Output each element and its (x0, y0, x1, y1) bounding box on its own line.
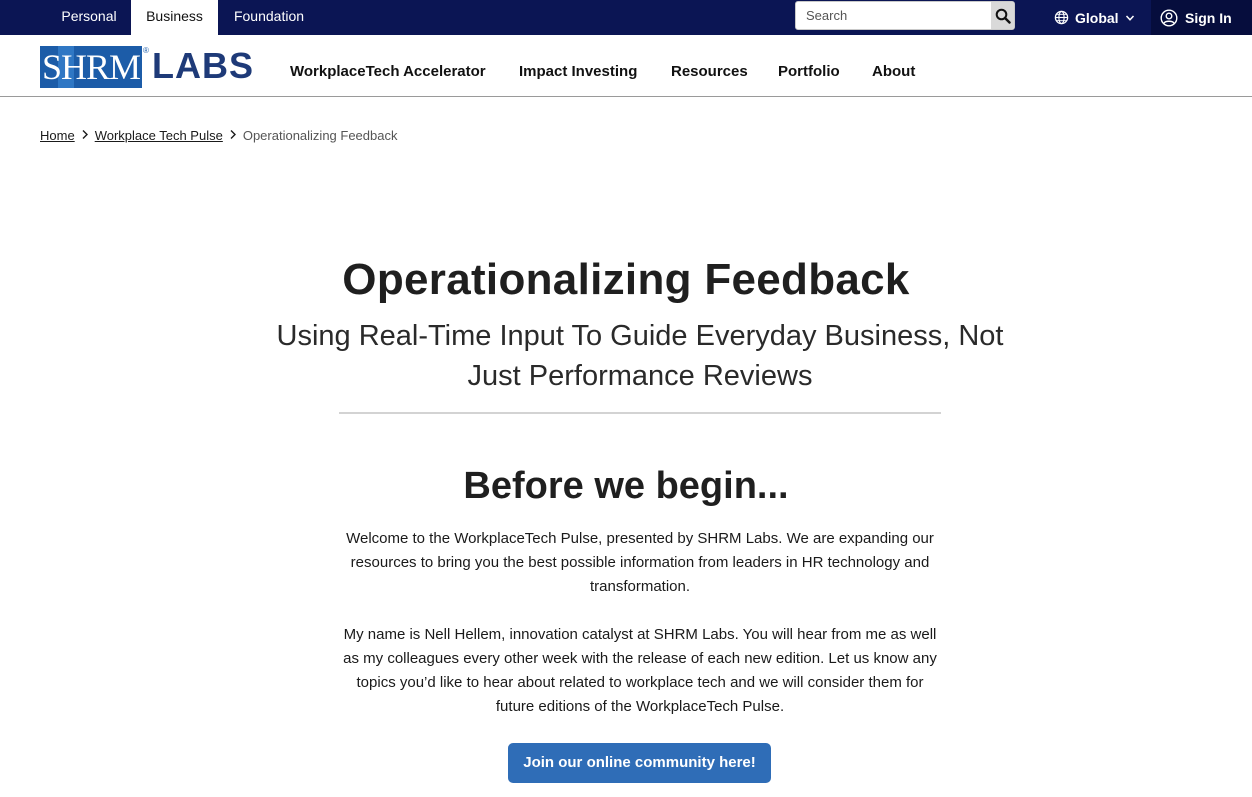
nav-about[interactable]: About (872, 35, 915, 97)
main-header: SHRM ® LABS WorkplaceTech Accelerator Im… (0, 35, 1252, 97)
region-selector[interactable]: Global (1054, 0, 1135, 35)
author-paragraph: My name is Nell Hellem, innovation catal… (343, 626, 937, 715)
section-title: Before we begin... (463, 465, 789, 507)
tab-business[interactable]: Business (131, 0, 218, 35)
search-input[interactable] (796, 2, 992, 29)
user-circle-icon (1160, 8, 1178, 27)
breadcrumb-current: Operationalizing Feedback (242, 127, 398, 143)
sign-in-button[interactable]: Sign In (1151, 0, 1252, 35)
chevron-right-icon (75, 128, 95, 143)
chevron-down-icon (1125, 14, 1134, 21)
globe-icon (1054, 10, 1069, 25)
logo-registered-mark: ® (143, 46, 149, 55)
tab-foundation[interactable]: Foundation (222, 0, 316, 35)
breadcrumb-workplace-tech-pulse[interactable]: Workplace Tech Pulse (95, 128, 223, 143)
nav-workplacetech-accelerator[interactable]: WorkplaceTech Accelerator (290, 35, 486, 97)
search-button[interactable] (991, 2, 1014, 29)
nav-portfolio[interactable]: Portfolio (778, 35, 840, 97)
breadcrumb-home[interactable]: Home (40, 128, 75, 143)
magnifier-icon (995, 8, 1011, 24)
join-community-button[interactable]: Join our online community here! (508, 743, 771, 783)
search-box (795, 1, 1015, 30)
logo-labs-text: LABS (152, 45, 254, 86)
sign-in-label: Sign In (1185, 9, 1232, 26)
shrm-labs-logo[interactable]: SHRM ® LABS (40, 45, 254, 88)
nav-resources[interactable]: Resources (671, 35, 748, 97)
chevron-right-icon (223, 128, 243, 143)
logo-shrm-block: SHRM (40, 46, 142, 88)
divider (339, 412, 941, 414)
page-title: Operationalizing Feedback (342, 255, 910, 304)
nav-impact-investing[interactable]: Impact Investing (519, 35, 637, 97)
tab-personal[interactable]: Personal (48, 0, 130, 35)
breadcrumb: Home Workplace Tech Pulse Operationalizi… (40, 125, 397, 145)
logo-shrm-text: SHRM (41, 47, 141, 87)
intro-paragraph: Welcome to the WorkplaceTech Pulse, pres… (346, 530, 934, 595)
page-subtitle: Using Real-Time Input To Guide Everyday … (276, 320, 1004, 392)
region-label: Global (1075, 9, 1119, 26)
top-utility-bar: Personal Business Foundation Global (0, 0, 1252, 35)
